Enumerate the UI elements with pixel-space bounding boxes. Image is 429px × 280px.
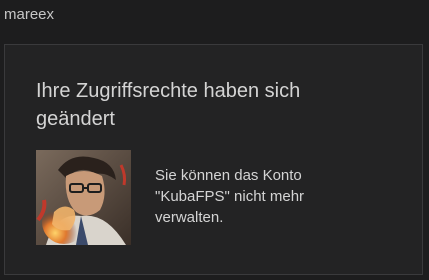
notification-title: Ihre Zugriffsrechte haben sich geändert	[36, 80, 301, 130]
access-change-notification-card: Ihre Zugriffsrechte haben sich geändert	[4, 44, 423, 275]
username-label: mareex	[4, 6, 55, 23]
notification-message: Sie können das Konto "KubaFPS" nicht meh…	[155, 167, 305, 226]
account-avatar	[36, 150, 131, 245]
avatar-illustration	[36, 150, 131, 245]
